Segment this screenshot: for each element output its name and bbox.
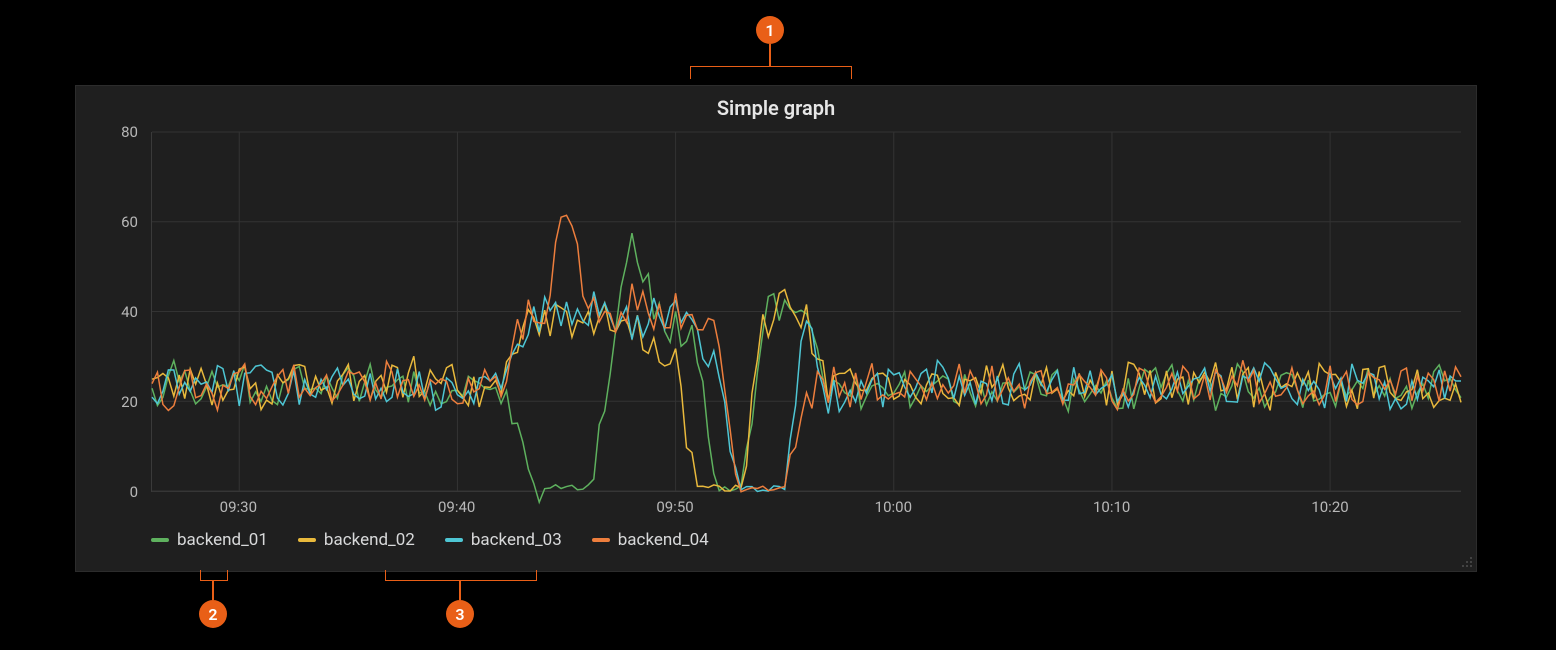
legend-item-backend_03[interactable]: backend_03 bbox=[445, 530, 562, 550]
series-line-backend_04 bbox=[152, 215, 1461, 491]
y-tick-label: 80 bbox=[121, 123, 138, 141]
legend-swatch bbox=[592, 538, 610, 542]
x-tick-label: 09:40 bbox=[438, 498, 475, 516]
graph-panel[interactable]: Simple graph 0 20 40 60 80 09:30 09:40 09:50 10… bbox=[75, 85, 1477, 572]
series-line-backend_02 bbox=[152, 290, 1461, 491]
annotation-callout-3: 3 bbox=[446, 600, 474, 628]
y-tick-label: 0 bbox=[130, 483, 138, 501]
x-tick-label: 09:50 bbox=[656, 498, 693, 516]
legend-label: backend_02 bbox=[324, 530, 415, 550]
panel-title[interactable]: Simple graph bbox=[76, 86, 1476, 132]
x-tick-label: 10:20 bbox=[1311, 498, 1348, 516]
annotation-bracket-2 bbox=[200, 570, 228, 581]
annotation-callout-1: 1 bbox=[756, 16, 784, 44]
annotation-callout-3-number: 3 bbox=[455, 605, 464, 624]
legend-label: backend_01 bbox=[177, 530, 268, 550]
plot-area[interactable] bbox=[151, 132, 1461, 492]
legend-item-backend_04[interactable]: backend_04 bbox=[592, 530, 709, 550]
legend-swatch bbox=[298, 538, 316, 542]
x-tick-label: 09:30 bbox=[220, 498, 257, 516]
y-tick-label: 20 bbox=[121, 393, 138, 411]
y-tick-label: 60 bbox=[121, 213, 138, 231]
x-tick-label: 10:00 bbox=[875, 498, 912, 516]
x-tick-label: 10:10 bbox=[1093, 498, 1130, 516]
annotation-bracket-3 bbox=[385, 570, 537, 581]
legend-swatch bbox=[151, 538, 169, 542]
annotation-callout-2-number: 2 bbox=[208, 605, 217, 624]
y-axis: 020406080 bbox=[106, 132, 146, 492]
chart-legend: backend_01 backend_02 backend_03 backend_04 bbox=[151, 526, 1461, 550]
legend-item-backend_02[interactable]: backend_02 bbox=[298, 530, 415, 550]
annotation-callout-2: 2 bbox=[199, 600, 227, 628]
legend-label: backend_04 bbox=[618, 530, 709, 550]
legend-item-backend_01[interactable]: backend_01 bbox=[151, 530, 268, 550]
panel-title-text: Simple graph bbox=[717, 96, 835, 120]
annotation-connector-1 bbox=[769, 44, 771, 66]
annotation-callout-1-number: 1 bbox=[765, 21, 774, 40]
chart-area[interactable]: 020406080 bbox=[106, 132, 1466, 492]
annotation-bracket-1 bbox=[690, 66, 852, 79]
legend-swatch bbox=[445, 538, 463, 542]
legend-label: backend_03 bbox=[471, 530, 562, 550]
y-tick-label: 40 bbox=[121, 303, 138, 321]
annotation-connector-3 bbox=[459, 580, 461, 600]
resize-handle-icon[interactable] bbox=[1458, 553, 1472, 567]
annotation-connector-2 bbox=[212, 580, 214, 600]
plot-svg bbox=[152, 132, 1461, 491]
x-axis: 09:30 09:40 09:50 10:00 10:10 10:20 bbox=[151, 492, 1461, 526]
